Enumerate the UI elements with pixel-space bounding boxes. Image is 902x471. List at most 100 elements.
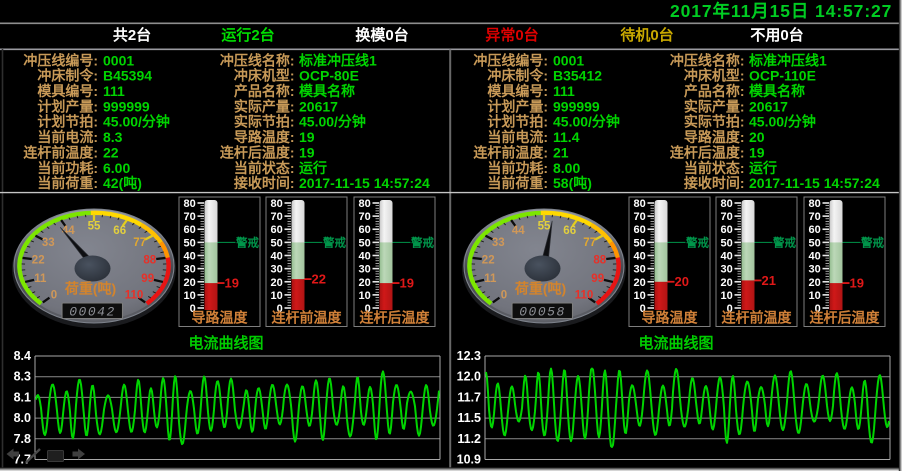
svg-text:50: 50 <box>271 237 283 249</box>
svg-text:6.00: 6.00 <box>103 160 130 176</box>
svg-text:22: 22 <box>312 272 326 287</box>
svg-text:0001: 0001 <box>103 52 134 68</box>
svg-text:警戒: 警戒 <box>322 235 346 249</box>
svg-text:50: 50 <box>634 237 646 249</box>
svg-text:45.00/分钟: 45.00/分钟 <box>299 114 366 130</box>
svg-text:运行2台: 运行2台 <box>221 26 274 44</box>
svg-text:警戒: 警戒 <box>410 235 434 249</box>
svg-text:40: 40 <box>359 251 371 263</box>
svg-text:33: 33 <box>492 237 505 249</box>
svg-text:60: 60 <box>634 224 646 236</box>
svg-text:22: 22 <box>32 255 45 267</box>
svg-text:导路温度:: 导路温度: <box>684 129 745 145</box>
svg-text:20: 20 <box>271 277 283 289</box>
svg-text:模具名称: 模具名称 <box>749 83 805 99</box>
svg-text:50: 50 <box>359 237 371 249</box>
svg-text:20: 20 <box>675 274 689 289</box>
svg-text:20617: 20617 <box>749 98 788 114</box>
svg-text:40: 40 <box>634 251 646 263</box>
svg-text:导路温度:: 导路温度: <box>234 129 295 145</box>
svg-text:冲压线编号:: 冲压线编号: <box>23 52 98 68</box>
svg-text:连杆后温度: 连杆后温度 <box>810 310 881 326</box>
svg-text:12.3: 12.3 <box>457 349 481 363</box>
svg-text:警戒: 警戒 <box>772 235 796 249</box>
svg-text:0001: 0001 <box>553 52 584 68</box>
svg-text:0: 0 <box>51 289 57 301</box>
svg-text:20617: 20617 <box>299 98 338 114</box>
svg-text:警戒: 警戒 <box>860 235 884 249</box>
svg-text:当前功耗:: 当前功耗: <box>487 160 548 176</box>
svg-text:20: 20 <box>634 277 646 289</box>
svg-text:冲压线名称:: 冲压线名称: <box>220 52 295 68</box>
svg-text:66: 66 <box>113 225 126 237</box>
svg-text:荷重(吨): 荷重(吨) <box>514 281 566 297</box>
svg-text:换模0台: 换模0台 <box>355 26 408 44</box>
svg-text:88: 88 <box>593 255 606 267</box>
svg-text:44: 44 <box>512 225 525 237</box>
svg-text:00042: 00042 <box>69 304 116 319</box>
svg-text:模具名称: 模具名称 <box>299 83 355 99</box>
svg-text:11.7: 11.7 <box>457 390 481 404</box>
svg-text:模具编号:: 模具编号: <box>487 83 548 99</box>
svg-text:8.4: 8.4 <box>14 349 31 363</box>
svg-text:2017年11月15日 14:57:27: 2017年11月15日 14:57:27 <box>670 1 892 21</box>
svg-text:50: 50 <box>184 237 196 249</box>
svg-text:19: 19 <box>749 144 765 160</box>
svg-text:30: 30 <box>634 264 646 276</box>
svg-text:70: 70 <box>809 211 821 223</box>
svg-text:77: 77 <box>583 237 596 249</box>
svg-text:19: 19 <box>850 276 864 291</box>
svg-text:当前荷重:: 当前荷重: <box>37 175 98 191</box>
svg-text:11: 11 <box>34 273 47 285</box>
svg-text:70: 70 <box>721 211 733 223</box>
svg-text:40: 40 <box>809 251 821 263</box>
svg-text:88: 88 <box>143 255 156 267</box>
svg-text:11.4: 11.4 <box>553 129 580 145</box>
svg-text:待机0台: 待机0台 <box>620 26 673 44</box>
svg-text:当前状态:: 当前状态: <box>234 160 295 176</box>
svg-text:20: 20 <box>359 277 371 289</box>
svg-text:B45394: B45394 <box>103 68 152 84</box>
svg-text:11.5: 11.5 <box>457 411 481 425</box>
svg-text:计划节拍:: 计划节拍: <box>37 114 98 130</box>
svg-text:异常0台: 异常0台 <box>485 26 538 44</box>
svg-text:连杆前温度: 连杆前温度 <box>272 310 343 326</box>
svg-text:实际节拍:: 实际节拍: <box>234 114 295 130</box>
svg-text:当前状态:: 当前状态: <box>684 160 745 176</box>
svg-text:60: 60 <box>359 224 371 236</box>
svg-text:警戒: 警戒 <box>685 235 709 249</box>
svg-text:8.1: 8.1 <box>14 390 31 404</box>
svg-text:导路温度: 导路温度 <box>642 310 699 326</box>
svg-text:20: 20 <box>721 277 733 289</box>
svg-text:30: 30 <box>721 264 733 276</box>
svg-text:11: 11 <box>484 273 497 285</box>
svg-text:19: 19 <box>225 276 239 291</box>
svg-text:10: 10 <box>721 290 733 302</box>
svg-text:B35412: B35412 <box>553 68 602 84</box>
svg-text:30: 30 <box>184 264 196 276</box>
svg-text:55: 55 <box>88 221 101 233</box>
svg-text:11.2: 11.2 <box>457 432 481 446</box>
svg-text:110: 110 <box>575 289 594 301</box>
svg-text:10: 10 <box>809 290 821 302</box>
svg-text:计划节拍:: 计划节拍: <box>487 114 548 130</box>
svg-text:运行: 运行 <box>749 160 777 176</box>
svg-text:实际节拍:: 实际节拍: <box>684 114 745 130</box>
svg-text:8.3: 8.3 <box>103 129 123 145</box>
svg-text:80: 80 <box>271 198 283 210</box>
svg-text:19: 19 <box>400 276 414 291</box>
svg-text:冲压线编号:: 冲压线编号: <box>473 52 548 68</box>
svg-text:22: 22 <box>103 144 119 160</box>
svg-text:42(吨): 42(吨) <box>103 175 142 191</box>
svg-text:OCP-110E: OCP-110E <box>749 68 816 84</box>
svg-text:40: 40 <box>184 251 196 263</box>
svg-text:连杆前温度:: 连杆前温度: <box>473 144 548 160</box>
svg-text:60: 60 <box>271 224 283 236</box>
svg-text:连杆前温度: 连杆前温度 <box>722 310 793 326</box>
svg-text:20: 20 <box>749 129 765 145</box>
svg-text:50: 50 <box>809 237 821 249</box>
svg-text:40: 40 <box>271 251 283 263</box>
svg-text:标准冲压线1: 标准冲压线1 <box>748 52 827 68</box>
svg-text:冲床机型:: 冲床机型: <box>684 68 745 84</box>
svg-text:33: 33 <box>42 237 55 249</box>
